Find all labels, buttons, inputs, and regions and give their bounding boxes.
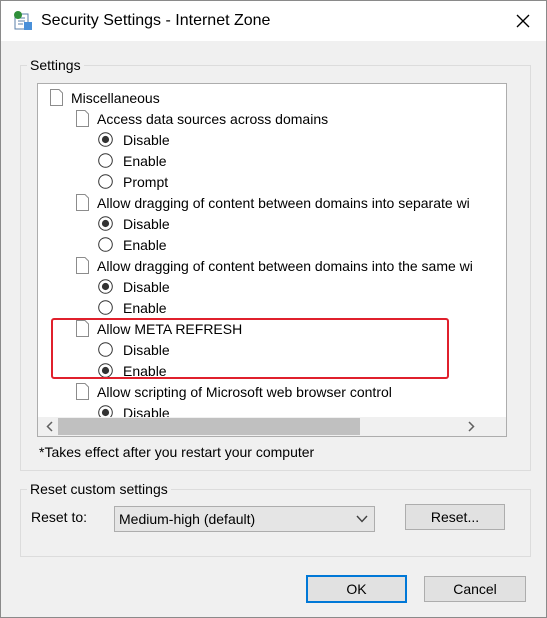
radio-option[interactable]: Enable bbox=[98, 234, 167, 255]
page-icon bbox=[76, 257, 89, 274]
horizontal-scroll-thumb[interactable] bbox=[58, 418, 360, 435]
category-miscellaneous: Miscellaneous bbox=[50, 87, 160, 108]
reset-to-label: Reset to: bbox=[31, 509, 88, 525]
radio-unselected-icon[interactable] bbox=[98, 153, 113, 168]
page-icon bbox=[76, 383, 89, 400]
radio-selected-icon[interactable] bbox=[98, 132, 113, 147]
setting-drag-separate-windows: Allow dragging of content between domain… bbox=[76, 192, 470, 213]
radio-label: Prompt bbox=[123, 173, 169, 190]
window-title: Security Settings - Internet Zone bbox=[41, 12, 271, 29]
reset-level-value: Medium-high (default) bbox=[119, 511, 256, 527]
radio-option[interactable]: Disable bbox=[98, 213, 170, 234]
setting-label: Access data sources across domains bbox=[97, 110, 329, 127]
radio-option[interactable]: Prompt bbox=[98, 171, 168, 192]
radio-label: Disable bbox=[123, 215, 170, 232]
title-bar: Security Settings - Internet Zone bbox=[1, 1, 546, 41]
setting-label: Allow scripting of Microsoft web browser… bbox=[97, 383, 392, 400]
settings-group-label: Settings bbox=[27, 57, 84, 73]
close-button[interactable] bbox=[500, 1, 546, 41]
setting-access-data-sources: Access data sources across domains bbox=[76, 108, 328, 129]
page-icon bbox=[76, 194, 89, 211]
ok-button[interactable]: OK bbox=[306, 575, 407, 603]
radio-label: Enable bbox=[123, 152, 167, 169]
radio-option[interactable]: Enable bbox=[98, 297, 167, 318]
setting-scripting-web-browser-control: Allow scripting of Microsoft web browser… bbox=[76, 381, 392, 402]
radio-selected-icon[interactable] bbox=[98, 279, 113, 294]
scroll-left-icon[interactable] bbox=[46, 421, 53, 432]
radio-selected-icon[interactable] bbox=[98, 216, 113, 231]
page-icon bbox=[76, 110, 89, 127]
radio-unselected-icon[interactable] bbox=[98, 174, 113, 189]
security-settings-dialog: Security Settings - Internet Zone Settin… bbox=[0, 0, 547, 618]
close-icon bbox=[516, 14, 530, 28]
setting-label: Allow dragging of content between domain… bbox=[97, 194, 470, 211]
radio-option[interactable]: Enable bbox=[98, 150, 167, 171]
radio-label: Disable bbox=[123, 278, 170, 295]
radio-label: Enable bbox=[123, 236, 167, 253]
page-icon bbox=[50, 89, 63, 106]
chevron-down-icon bbox=[356, 515, 368, 523]
setting-drag-same-window: Allow dragging of content between domain… bbox=[76, 255, 473, 276]
category-label: Miscellaneous bbox=[71, 89, 160, 106]
radio-unselected-icon[interactable] bbox=[98, 237, 113, 252]
scroll-right-icon[interactable] bbox=[468, 421, 475, 432]
cancel-button[interactable]: Cancel bbox=[424, 576, 526, 602]
reset-level-dropdown[interactable]: Medium-high (default) bbox=[114, 506, 375, 532]
restart-note: *Takes effect after you restart your com… bbox=[39, 444, 315, 460]
settings-tree-list[interactable]: Miscellaneous Access data sources across… bbox=[37, 83, 507, 437]
setting-label: Allow dragging of content between domain… bbox=[97, 257, 473, 274]
radio-unselected-icon[interactable] bbox=[98, 300, 113, 315]
horizontal-scrollbar[interactable] bbox=[38, 417, 506, 436]
radio-label: Enable bbox=[123, 299, 167, 316]
reset-button[interactable]: Reset... bbox=[405, 504, 505, 530]
reset-group-label: Reset custom settings bbox=[27, 481, 171, 497]
radio-label: Disable bbox=[123, 131, 170, 148]
radio-option[interactable]: Disable bbox=[98, 276, 170, 297]
radio-option[interactable]: Disable bbox=[98, 129, 170, 150]
security-settings-icon bbox=[14, 11, 32, 30]
meta-refresh-highlight-box bbox=[51, 318, 449, 379]
